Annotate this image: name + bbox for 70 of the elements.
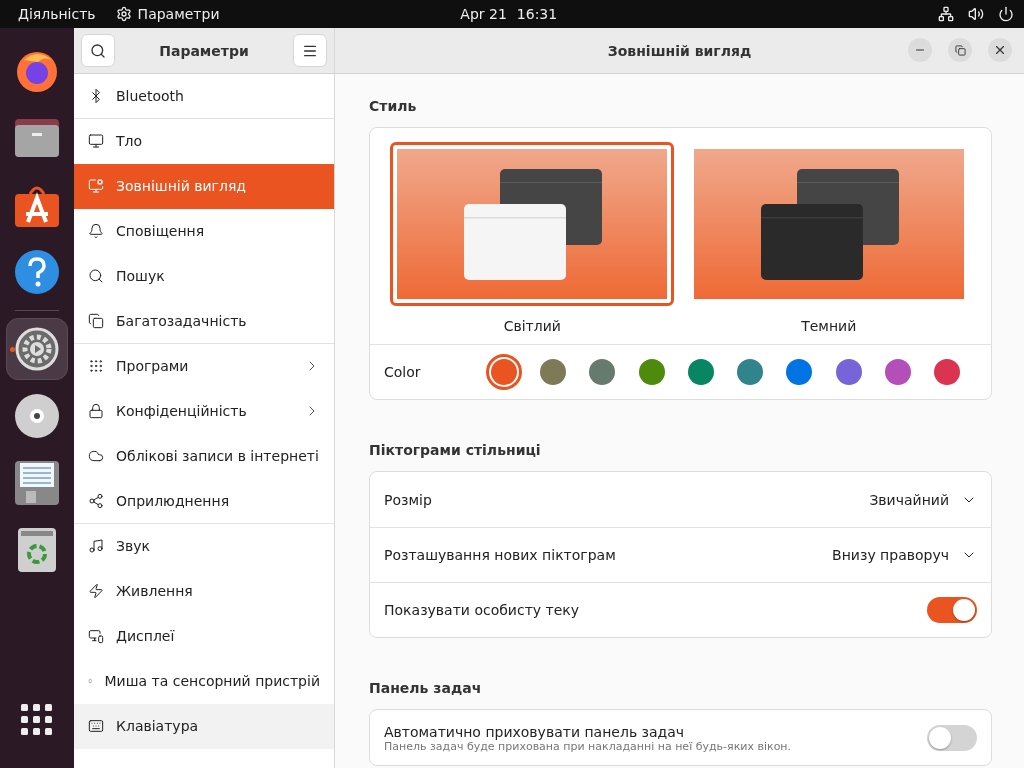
sidebar-item[interactable]: Облікові записи в інтернеті xyxy=(74,434,334,479)
volume-icon[interactable] xyxy=(968,6,984,22)
section-heading: Панель задач xyxy=(369,680,483,696)
setting-label: Розташування нових піктограм xyxy=(384,547,617,563)
toggle-switch[interactable] xyxy=(927,725,977,751)
sidebar-title: Параметри xyxy=(158,42,250,59)
windows-icon xyxy=(88,313,104,329)
trash-icon xyxy=(17,527,57,573)
lock-icon xyxy=(88,403,104,419)
app-menu[interactable]: Параметри xyxy=(137,6,220,22)
grid-icon xyxy=(88,358,104,374)
help-icon xyxy=(14,249,60,295)
maximize-button[interactable] xyxy=(948,38,972,62)
search-icon xyxy=(88,268,104,284)
sidebar-item[interactable]: Пошук xyxy=(74,254,334,299)
network-icon[interactable] xyxy=(938,6,954,22)
setting-label: Автоматично приховувати панель задач xyxy=(384,723,686,740)
section-heading: Стиль xyxy=(369,98,418,114)
activities-button[interactable]: Діяльність xyxy=(18,6,96,22)
sidebar-item[interactable]: Тло xyxy=(74,119,334,164)
section-heading: Піктограми стільниці xyxy=(369,442,542,458)
sidebar-item[interactable]: Зовнішній вигляд xyxy=(74,164,334,209)
bell-icon xyxy=(88,223,104,239)
music-note-icon xyxy=(88,538,104,554)
monitor-icon xyxy=(88,178,104,194)
search-button[interactable] xyxy=(81,34,115,67)
clock-text[interactable]: 16:31 xyxy=(516,6,558,22)
theme-label: Світлий xyxy=(503,318,561,334)
dropdown[interactable]: Внизу праворуч xyxy=(832,547,977,563)
sidebar-item[interactable]: Багатозадачність xyxy=(74,299,334,344)
close-button[interactable] xyxy=(988,38,1012,62)
keyboard-icon xyxy=(88,718,104,734)
running-indicator xyxy=(10,347,15,352)
setting-label: Показувати особисту теку xyxy=(384,602,581,618)
monitor-icon xyxy=(88,133,104,149)
color-label: Color xyxy=(384,364,422,380)
sidebar-item[interactable]: Конфіденційність xyxy=(74,389,334,434)
sidebar-item[interactable]: Живлення xyxy=(74,569,334,614)
theme-label: Темний xyxy=(801,318,857,334)
display-icon xyxy=(88,628,104,644)
settings-icon xyxy=(115,6,132,22)
cloud-icon xyxy=(88,448,104,464)
sidebar-item[interactable]: Bluetooth xyxy=(74,74,334,119)
toggle-switch[interactable] xyxy=(927,597,977,623)
search-icon xyxy=(90,42,106,59)
folder-icon xyxy=(14,117,60,159)
setting-description: Панель задач буде прихована при накладанні на неї будь-яких вікон. xyxy=(384,739,793,753)
lightning-icon xyxy=(88,583,104,599)
sidebar-item[interactable]: Сповіщення xyxy=(74,209,334,254)
dropdown[interactable]: Звичайний xyxy=(869,492,977,508)
disc-icon xyxy=(14,393,60,439)
sidebar-item[interactable]: Клавіатура xyxy=(74,704,334,749)
window-title: Зовнішній вигляд xyxy=(607,42,752,59)
minimize-button[interactable] xyxy=(908,38,932,62)
setting-label: Розмір xyxy=(384,492,433,508)
menu-button[interactable] xyxy=(293,34,327,67)
restore-icon xyxy=(954,44,966,56)
sidebar-item[interactable]: Звук xyxy=(74,524,334,569)
app-grid-icon xyxy=(21,704,53,736)
sidebar-item[interactable]: Дисплеї xyxy=(74,614,334,659)
power-icon[interactable] xyxy=(998,6,1014,22)
gear-icon xyxy=(14,326,60,372)
date-text[interactable]: Apr 21 xyxy=(460,6,507,22)
text-document-icon xyxy=(14,460,60,506)
dock-item[interactable] xyxy=(6,318,68,380)
sidebar-item[interactable]: Миша та сенсорний пристрій xyxy=(74,659,334,704)
sidebar-item[interactable]: Оприлюднення xyxy=(74,479,334,524)
share-icon xyxy=(88,493,104,509)
sidebar-item[interactable]: Програми xyxy=(74,344,334,389)
close-icon xyxy=(993,43,1007,57)
